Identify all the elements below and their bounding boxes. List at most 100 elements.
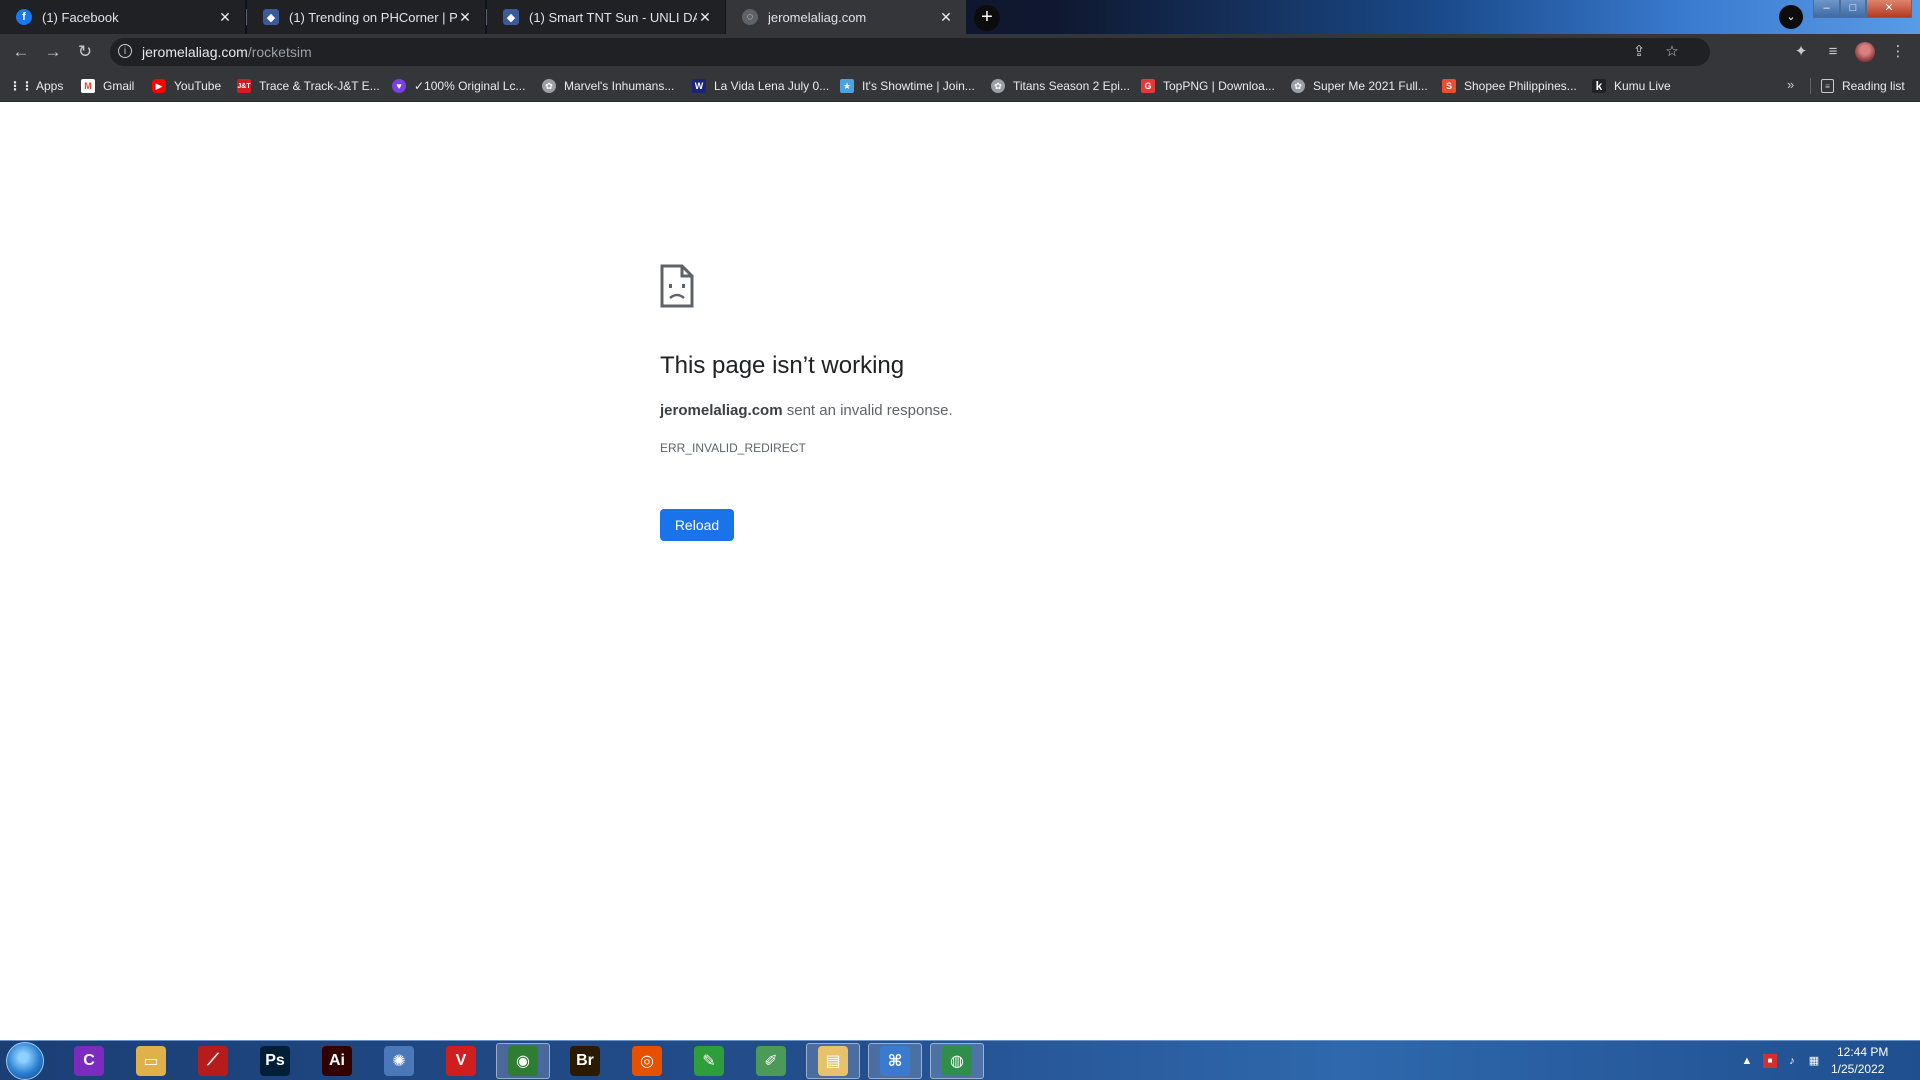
tab-title: (1) Smart TNT Sun - UNLI DATA I [529, 9, 697, 25]
taskbar-app-green-pen[interactable]: ✎ [682, 1043, 736, 1079]
error-description: jeromelaliag.com sent an invalid respons… [660, 402, 953, 419]
bookmark-super-me[interactable]: ✿ Super Me 2021 Full... [1291, 70, 1428, 102]
bookmark-gmail[interactable]: M Gmail [81, 70, 134, 102]
profile-avatar[interactable] [1855, 42, 1875, 62]
taskbar-app-chrome[interactable]: ◉ [496, 1043, 550, 1079]
media-controls-icon[interactable]: ≡ [1823, 42, 1843, 62]
tab-phcorner-smart[interactable]: ◆ (1) Smart TNT Sun - UNLI DATA I ✕ [487, 0, 725, 34]
bookmark-jt-express[interactable]: J&T Trace & Track-J&T E... [237, 70, 380, 102]
forward-button[interactable]: → [42, 41, 64, 63]
shopee-icon: S [1442, 79, 1456, 93]
tab-title: (1) Facebook [42, 9, 119, 25]
taskbar-app-feather-icon: ⟋ [198, 1046, 228, 1076]
film-reel-icon: ✿ [542, 79, 556, 93]
taskbar-app-bridge[interactable]: Br [558, 1043, 612, 1079]
taskbar-app-globe[interactable]: ◍ [930, 1043, 984, 1079]
tab-phcorner-trending[interactable]: ◆ (1) Trending on PHCorner | Pinoy ✕ [247, 0, 485, 34]
tab-title: (1) Trending on PHCorner | Pinoy [289, 9, 457, 25]
close-window-button[interactable]: ✕ [1866, 0, 1912, 18]
reload-toolbar-button[interactable]: ↻ [74, 41, 96, 63]
volume-icon[interactable]: ♪ [1785, 1054, 1799, 1068]
close-tab-icon[interactable]: ✕ [697, 9, 713, 26]
bookmark-label: Marvel's Inhumans... [564, 79, 675, 93]
taskbar-app-folder[interactable]: ▤ [806, 1043, 860, 1079]
bookmark-youtube[interactable]: ▶ YouTube [152, 70, 221, 102]
tab-search-button[interactable]: ⌄ [1779, 5, 1803, 29]
reading-list-label: Reading list [1842, 79, 1905, 93]
taskbar-app-orb[interactable]: ✺ [372, 1043, 426, 1079]
reading-list-button[interactable]: ≡ Reading list [1821, 70, 1905, 102]
taskbar-app-c[interactable]: C [62, 1043, 116, 1079]
taskbar-app-feather[interactable]: ⟋ [186, 1043, 240, 1079]
error-code: ERR_INVALID_REDIRECT [660, 441, 806, 455]
bookmark-label: Shopee Philippines... [1464, 79, 1577, 93]
bookmark-label: ✓100% Original Lc... [414, 79, 526, 93]
address-bar[interactable]: i jeromelaliag.com/rocketsim ⇪ ☆ [110, 38, 1710, 66]
taskbar-app-explorer-icon: ▭ [136, 1046, 166, 1076]
back-button[interactable]: ← [10, 41, 32, 63]
taskbar-app-vplayer[interactable]: V [434, 1043, 488, 1079]
film-reel-icon: ✿ [991, 79, 1005, 93]
taskbar-app-swirl[interactable]: ◎ [620, 1043, 674, 1079]
bookmark-kumu-live[interactable]: k Kumu Live [1592, 70, 1671, 102]
network-icon[interactable]: ▦ [1807, 1054, 1821, 1068]
close-tab-icon[interactable]: ✕ [217, 9, 233, 26]
taskbar-app-folder-icon: ▤ [818, 1046, 848, 1076]
browser-toolbar: ← → ↻ i jeromelaliag.com/rocketsim ⇪ ☆ ✦… [0, 34, 1920, 70]
more-bookmarks-chevron-icon[interactable]: » [1787, 77, 1794, 92]
error-page: This page isn’t working jeromelaliag.com… [0, 102, 1920, 1040]
bookmark-label: YouTube [174, 79, 222, 93]
bookmark-la-vida-lena[interactable]: W La Vida Lena July 0... [692, 70, 829, 102]
taskbar-app-c-icon: C [74, 1046, 104, 1076]
error-host: jeromelaliag.com [660, 402, 783, 419]
taskbar-app-photoshop[interactable]: Ps [248, 1043, 302, 1079]
error-heading: This page isn’t working [660, 352, 905, 379]
bookmark-toppng[interactable]: G TopPNG | Downloa... [1141, 70, 1275, 102]
start-button[interactable] [6, 1042, 44, 1080]
taskbar-app-orb-icon: ✺ [384, 1046, 414, 1076]
tab-facebook[interactable]: f (1) Facebook ✕ [0, 0, 245, 34]
share-icon[interactable]: ⇪ [1629, 42, 1649, 62]
taskbar-app-illustrator[interactable]: Ai [310, 1043, 364, 1079]
taskbar-app-swirl-icon: ◎ [632, 1046, 662, 1076]
jt-express-icon: J&T [237, 79, 251, 93]
taskbar-app-green-pen-icon: ✎ [694, 1046, 724, 1076]
taskbar-app-vplayer-icon: V [446, 1046, 476, 1076]
bookmark-its-showtime[interactable]: ★ It's Showtime | Join... [840, 70, 975, 102]
taskbar-app-photoshop-icon: Ps [260, 1046, 290, 1076]
bookmark-original[interactable]: ♥ ✓100% Original Lc... [392, 70, 525, 102]
bookmark-shopee[interactable]: S Shopee Philippines... [1442, 70, 1577, 102]
showtime-icon: ★ [840, 79, 854, 93]
url-text[interactable]: jeromelaliag.com/rocketsim [142, 38, 312, 66]
extensions-icon[interactable]: ✦ [1791, 42, 1811, 62]
clock-date[interactable]: 1/25/2022 [1831, 1062, 1884, 1076]
show-hidden-icons-icon[interactable]: ▲ [1740, 1054, 1754, 1068]
minimize-button[interactable]: – [1813, 0, 1840, 18]
bookmark-star-icon[interactable]: ☆ [1662, 42, 1682, 62]
bookmark-apps[interactable]: ⋮⋮ Apps [9, 70, 63, 102]
tab-jeromelaliag[interactable]: ◌ jeromelaliag.com ✕ [726, 0, 966, 34]
tab-title: jeromelaliag.com [768, 9, 867, 25]
heart-icon: ♥ [392, 79, 406, 93]
tray-app-icon[interactable]: ■ [1763, 1054, 1777, 1068]
close-tab-icon[interactable]: ✕ [938, 9, 954, 26]
chrome-menu-icon[interactable]: ⋮ [1888, 42, 1908, 62]
taskbar-app-globe-icon: ◍ [942, 1046, 972, 1076]
site-info-icon[interactable]: i [118, 44, 132, 58]
taskbar-app-explorer[interactable]: ▭ [124, 1043, 178, 1079]
maximize-button[interactable]: □ [1840, 0, 1866, 18]
phcorner-icon: ◆ [263, 9, 279, 25]
taskbar-app-notepad[interactable]: ✐ [744, 1043, 798, 1079]
bookmark-marvels-inhumans[interactable]: ✿ Marvel's Inhumans... [542, 70, 674, 102]
taskbar-app-network[interactable]: ⌘ [868, 1043, 922, 1079]
bookmarks-separator [1810, 78, 1811, 94]
bookmark-titans[interactable]: ✿ Titans Season 2 Epi... [991, 70, 1130, 102]
close-tab-icon[interactable]: ✕ [457, 9, 473, 26]
reload-button[interactable]: Reload [660, 509, 734, 541]
clock-time[interactable]: 12:44 PM [1837, 1045, 1888, 1059]
bookmark-label: Kumu Live [1614, 79, 1671, 93]
kumu-icon: k [1592, 79, 1606, 93]
bookmark-label: Trace & Track-J&T E... [259, 79, 380, 93]
taskbar-app-chrome-icon: ◉ [508, 1046, 538, 1076]
new-tab-button[interactable]: + [974, 5, 1000, 31]
